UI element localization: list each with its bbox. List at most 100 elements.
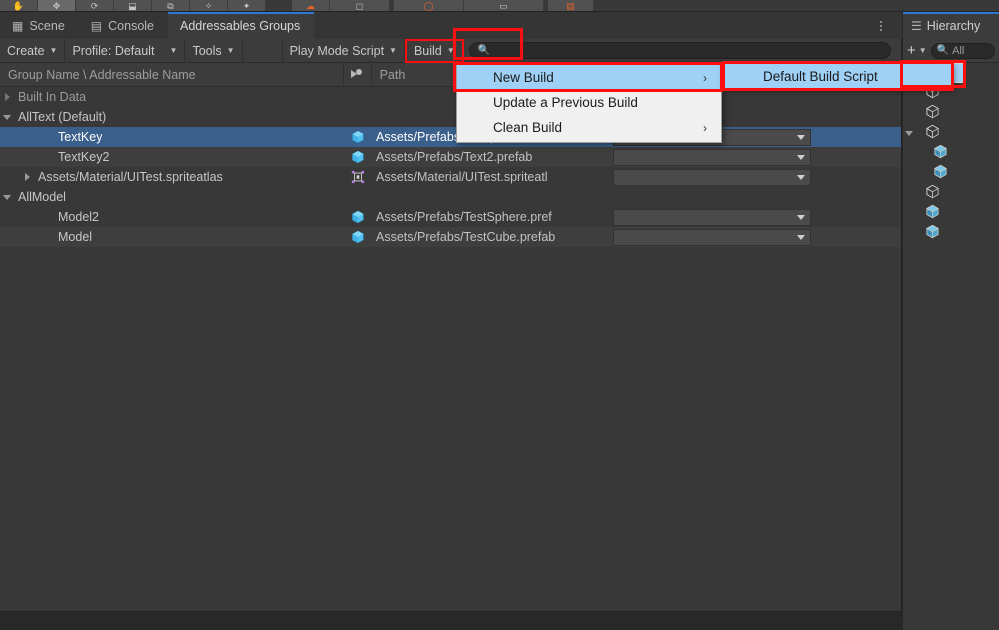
build-submenu-item[interactable]: Default Build Script xyxy=(723,64,951,88)
hierarchy-search-field[interactable]: 🔍 All xyxy=(930,42,995,59)
column-header-name-label: Group Name \ Addressable Name xyxy=(8,67,196,82)
profile-dropdown-label: Profile: Default xyxy=(72,43,155,58)
prefab-icon xyxy=(925,204,940,222)
tree-entry-row[interactable]: Model Assets/Prefabs/TestCube.prefab xyxy=(0,227,901,247)
label-dropdown[interactable] xyxy=(613,228,811,246)
twisty-placeholder xyxy=(40,227,54,247)
build-menu-item[interactable]: Update a Previous Build xyxy=(457,90,721,115)
tab-scene-label: Scene xyxy=(29,18,65,33)
collab-icon[interactable]: ☁ xyxy=(292,0,330,11)
move-tool-icon[interactable]: ✥ xyxy=(38,0,76,11)
create-button[interactable]: Create ▼ xyxy=(0,38,66,63)
layers-group: ▤ xyxy=(548,0,594,11)
collapse-triangle-icon[interactable] xyxy=(0,187,14,207)
prefab-icon xyxy=(925,224,940,242)
tab-addressables-groups-label: Addressables Groups xyxy=(180,18,301,33)
toolbar-spacer xyxy=(243,38,283,63)
hierarchy-row[interactable] xyxy=(903,203,999,223)
services-icon[interactable]: ▭ xyxy=(464,0,544,11)
tree-group-row[interactable]: AllModel xyxy=(0,187,901,207)
tree-entry-row[interactable]: TextKey2 Assets/Prefabs/Text2.prefab xyxy=(0,147,901,167)
tree-name-cell: Model2 xyxy=(0,207,344,227)
build-menu-item-label: New Build xyxy=(493,70,554,85)
tree-name-cell: Built In Data xyxy=(0,87,344,107)
account-group: ◯ ▭ xyxy=(394,0,544,11)
tree-group-row[interactable]: AllText (Default) xyxy=(0,107,901,127)
tab-addressables-groups[interactable]: Addressables Groups xyxy=(168,12,315,39)
tree-entry-row[interactable]: Model2 Assets/Prefabs/TestSphere.pref xyxy=(0,207,901,227)
build-menu-item[interactable]: Clean Build › xyxy=(457,115,721,140)
tree-row-name: Assets/Material/UITest.spriteatlas xyxy=(38,170,223,184)
scale-tool-icon[interactable]: ⬓ xyxy=(114,0,152,11)
label-dropdown[interactable] xyxy=(613,208,811,226)
chevron-down-icon: ▼ xyxy=(226,45,235,55)
tree-path-cell: Assets/Material/UITest.spriteatl xyxy=(372,170,612,184)
grid-icon: ▦ xyxy=(12,18,24,33)
window-options-kebab-icon[interactable] xyxy=(874,18,888,34)
create-button-label: Create xyxy=(7,43,45,58)
window-tab-bar: ▦ Scene ▤ Console Addressables Groups xyxy=(0,12,902,39)
custom-editor-tool-icon[interactable]: ✦ xyxy=(228,0,266,11)
play-mode-script-dropdown[interactable]: Play Mode Script ▼ xyxy=(283,38,405,63)
rect-tool-icon[interactable]: ⧉ xyxy=(152,0,190,11)
expand-triangle-icon[interactable] xyxy=(20,167,34,187)
gameobject-icon xyxy=(925,184,940,202)
tab-scene[interactable]: ▦ Scene xyxy=(0,12,79,39)
label-tag-icon xyxy=(350,69,364,80)
build-button[interactable]: Build ▼ xyxy=(404,38,464,63)
twisty-placeholder xyxy=(40,147,54,167)
tools-button[interactable]: Tools ▼ xyxy=(185,38,243,63)
hierarchy-row[interactable] xyxy=(903,143,999,163)
column-header-name[interactable]: Group Name \ Addressable Name xyxy=(0,62,344,87)
label-dropdown[interactable] xyxy=(613,168,811,186)
collapse-triangle-icon[interactable] xyxy=(903,130,915,136)
label-dropdown[interactable] xyxy=(613,148,811,166)
build-button-label: Build xyxy=(413,43,442,58)
tree-label-cell xyxy=(612,228,812,246)
tree-entry-row[interactable]: TextKeyAssets/Prefabs/Text.prefabText xyxy=(0,127,901,147)
hand-tool-icon[interactable]: ✋ xyxy=(0,0,38,11)
tab-hierarchy-label: Hierarchy xyxy=(926,18,981,33)
hierarchy-row[interactable] xyxy=(903,103,999,123)
chevron-down-icon xyxy=(797,174,805,180)
tree-entry-row[interactable]: Assets/Material/UITest.spriteatlas Assets… xyxy=(0,167,901,187)
hierarchy-row[interactable] xyxy=(903,163,999,183)
tree-path-cell: Assets/Prefabs/TestCube.prefab xyxy=(372,230,612,244)
rotate-tool-icon[interactable]: ⟳ xyxy=(76,0,114,11)
hierarchy-add-button[interactable]: + ▼ xyxy=(907,42,927,59)
column-header-path-label: Path xyxy=(379,67,406,82)
cloud-build-icon[interactable]: ◻ xyxy=(330,0,390,11)
chevron-down-icon: ▼ xyxy=(389,45,397,55)
hierarchy-search-value: All xyxy=(952,44,965,57)
layers-icon[interactable]: ▤ xyxy=(548,0,594,11)
expand-triangle-icon[interactable] xyxy=(0,87,14,107)
column-header-labels[interactable] xyxy=(344,62,372,87)
search-input[interactable] xyxy=(494,44,882,57)
tab-console-label: Console xyxy=(108,18,155,33)
tree-row-name: Model xyxy=(58,230,93,244)
hierarchy-row[interactable] xyxy=(903,123,999,143)
tree-name-cell: AllModel xyxy=(0,187,344,207)
search-field[interactable]: 🔍 xyxy=(468,42,891,59)
tree-row-name: Model2 xyxy=(58,210,99,224)
tree-name-cell: Assets/Material/UITest.spriteatlas xyxy=(0,167,344,187)
transform-tool-icon[interactable]: ✧ xyxy=(190,0,228,11)
build-dropdown-menu: New Build › Update a Previous Build Clean B… xyxy=(456,62,722,143)
tree-label-cell xyxy=(612,168,812,186)
collapse-triangle-icon[interactable] xyxy=(0,107,14,127)
tree-group-row[interactable]: Built In Data xyxy=(0,87,901,107)
account-icon[interactable]: ◯ xyxy=(394,0,464,11)
tree-row-path: Assets/Material/UITest.spriteatl xyxy=(376,170,548,184)
hierarchy-row[interactable] xyxy=(903,183,999,203)
build-menu-item-label: Clean Build xyxy=(493,120,563,135)
hierarchy-row[interactable] xyxy=(903,223,999,243)
new-build-submenu: Default Build Script xyxy=(722,63,952,89)
tab-console[interactable]: ▤ Console xyxy=(78,12,169,39)
prefab-icon xyxy=(344,210,372,224)
addressables-tree: Built In Data AllText (Default) TextKey Ass… xyxy=(0,87,901,247)
profile-dropdown[interactable]: Profile: Default ▼ xyxy=(65,38,186,63)
collab-group: ☁ ◻ xyxy=(292,0,390,11)
tab-hierarchy[interactable]: ☰ Hierarchy xyxy=(903,12,999,39)
build-menu-item[interactable]: New Build › xyxy=(457,65,721,90)
child-icon xyxy=(933,144,948,162)
